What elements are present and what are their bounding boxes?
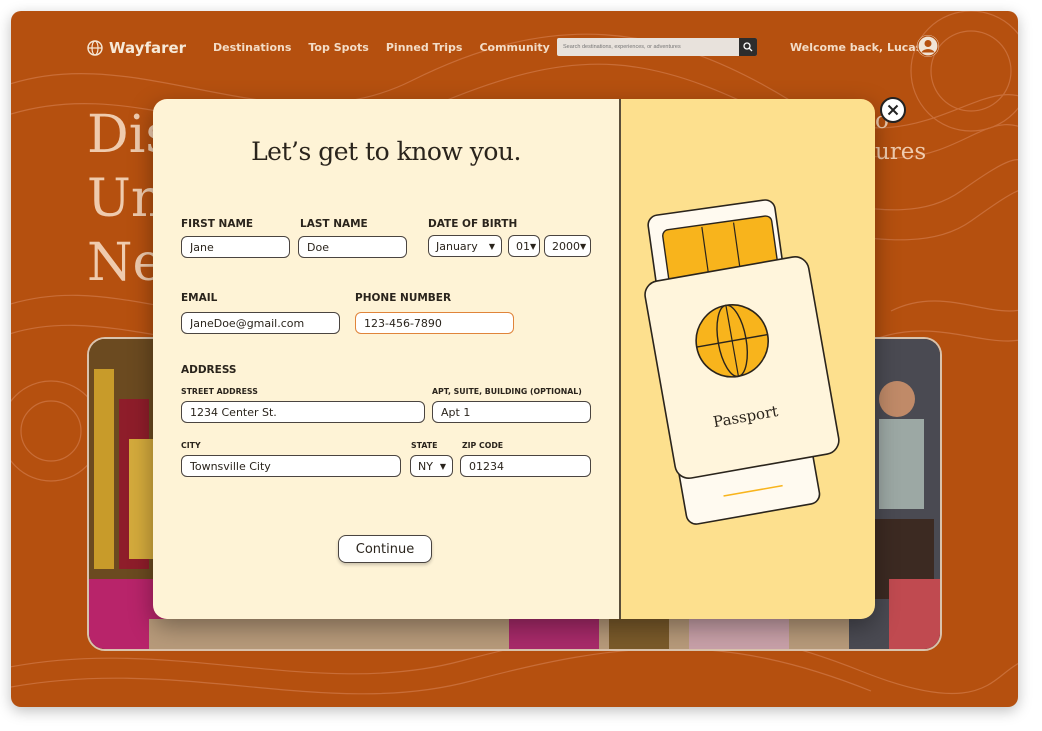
apt-label: APT, SUITE, BUILDING (OPTIONAL) xyxy=(432,387,582,396)
nav-link-top-spots[interactable]: Top Spots xyxy=(308,41,368,54)
dob-day-value: 01 xyxy=(516,239,530,253)
last-name-label: LAST NAME xyxy=(300,218,368,230)
state-select[interactable]: NY ▼ xyxy=(410,455,453,477)
search-bar xyxy=(557,38,757,56)
hero-subheading-line-2: ures xyxy=(875,139,927,165)
search-button[interactable] xyxy=(739,38,757,56)
street-field[interactable] xyxy=(181,401,425,423)
last-name-field[interactable] xyxy=(298,236,407,258)
user-icon xyxy=(917,35,939,57)
phone-label: PHONE NUMBER xyxy=(355,292,452,304)
close-icon xyxy=(887,104,899,116)
user-avatar[interactable] xyxy=(917,35,939,57)
onboarding-modal: Let’s get to know you. FIRST NAME LAST N… xyxy=(153,99,875,619)
zip-label: ZIP CODE xyxy=(462,441,504,450)
chevron-down-icon: ▼ xyxy=(488,241,495,251)
nav-link-destinations[interactable]: Destinations xyxy=(213,41,291,54)
brand-logo[interactable]: Wayfarer xyxy=(87,39,186,57)
chevron-down-icon: ▼ xyxy=(439,461,446,471)
dob-day-select[interactable]: 01 ▼ xyxy=(508,235,540,257)
first-name-label: FIRST NAME xyxy=(181,218,254,230)
hero-heading-line-3: Ne xyxy=(87,233,164,293)
dob-year-select[interactable]: 2000 ▼ xyxy=(544,235,591,257)
chevron-down-icon: ▼ xyxy=(580,241,587,251)
nav-link-community[interactable]: Community xyxy=(479,41,549,54)
zip-field[interactable] xyxy=(460,455,591,477)
email-field[interactable] xyxy=(181,312,340,334)
main-nav: Destinations Top Spots Pinned Trips Comm… xyxy=(213,41,567,54)
dob-month-value: January xyxy=(436,239,478,253)
first-name-field[interactable] xyxy=(181,236,290,258)
dob-month-select[interactable]: January ▼ xyxy=(428,235,502,257)
phone-field[interactable] xyxy=(355,312,514,334)
search-icon xyxy=(743,42,753,52)
dob-label: DATE OF BIRTH xyxy=(428,218,518,230)
city-label: CITY xyxy=(181,441,201,450)
search-input[interactable] xyxy=(557,38,739,56)
street-label: STREET ADDRESS xyxy=(181,387,258,396)
globe-icon xyxy=(87,40,103,56)
address-heading: ADDRESS xyxy=(181,364,237,376)
continue-button[interactable]: Continue xyxy=(338,535,432,563)
welcome-message: Welcome back, Lucas xyxy=(790,41,923,54)
chevron-down-icon: ▼ xyxy=(530,241,537,251)
apt-field[interactable] xyxy=(432,401,591,423)
city-field[interactable] xyxy=(181,455,401,477)
nav-link-pinned-trips[interactable]: Pinned Trips xyxy=(386,41,463,54)
state-value: NY xyxy=(418,459,433,473)
email-label: EMAIL xyxy=(181,292,218,304)
state-label: STATE xyxy=(411,441,438,450)
modal-title: Let’s get to know you. xyxy=(251,137,521,166)
modal-illustration-panel: Passport xyxy=(619,99,875,619)
passport-illustration: Passport xyxy=(644,199,840,525)
brand-name: Wayfarer xyxy=(109,39,187,57)
close-modal-button[interactable] xyxy=(880,97,906,123)
dob-year-value: 2000 xyxy=(552,239,580,253)
modal-form-panel: Let’s get to know you. FIRST NAME LAST N… xyxy=(153,99,619,619)
